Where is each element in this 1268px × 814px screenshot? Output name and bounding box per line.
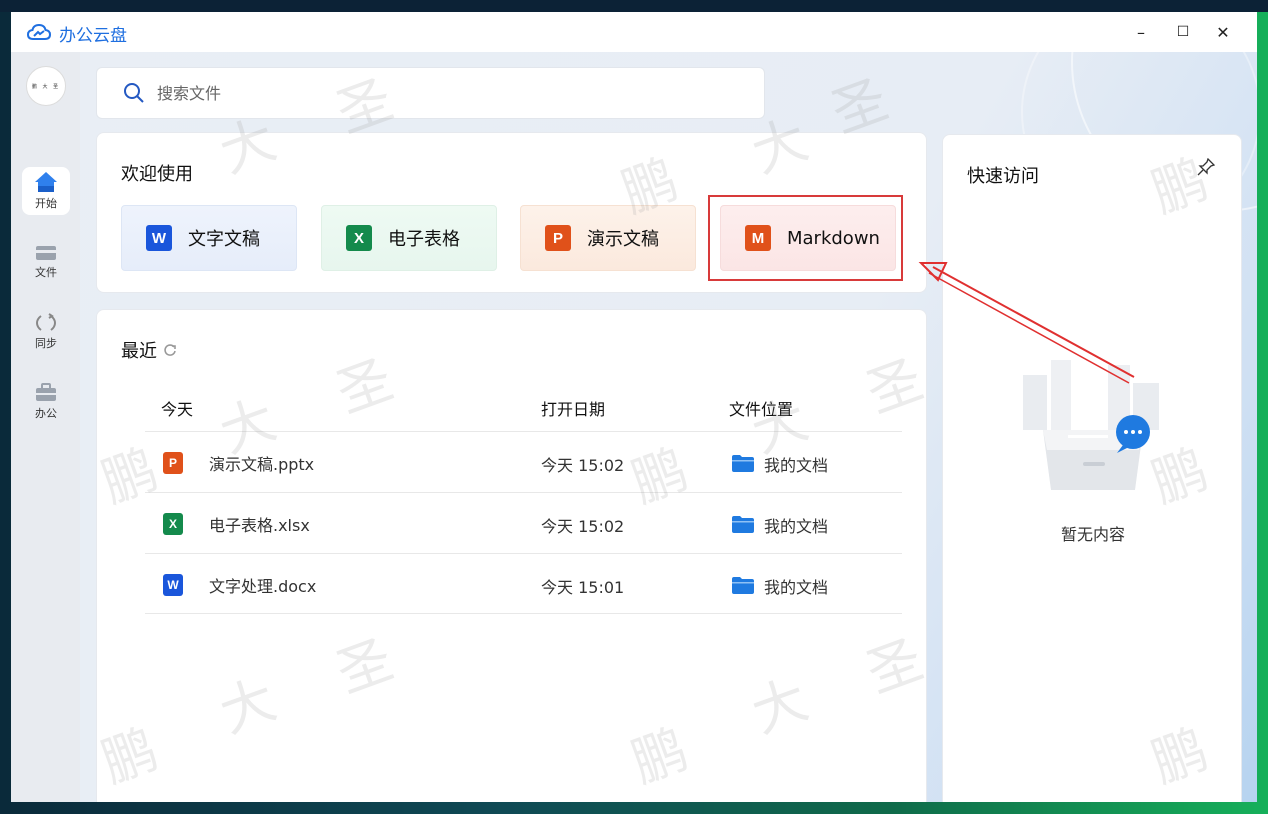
home-icon xyxy=(35,172,57,192)
avatar[interactable]: 鹏 大 圣 xyxy=(26,66,66,106)
open-date: 今天 15:01 xyxy=(541,578,625,597)
close-button[interactable]: ✕ xyxy=(1213,22,1233,42)
app-window: 办公云盘 – ☐ ✕ 鹏 大 圣 开始 文件 同步 办公 搜索文件 欢迎使用 W… xyxy=(11,12,1257,802)
empty-state-text: 暂无内容 xyxy=(1060,525,1125,544)
word-icon: W xyxy=(146,225,172,251)
new-document-label: 文字文稿 xyxy=(188,229,260,250)
file-name: 演示文稿.pptx xyxy=(209,455,315,474)
search-bar[interactable] xyxy=(96,67,765,119)
file-name: 电子表格.xlsx xyxy=(209,516,310,535)
open-date: 今天 15:02 xyxy=(541,456,625,475)
column-header-location: 文件位置 xyxy=(729,400,794,419)
new-presentation-label: 演示文稿 xyxy=(587,229,659,250)
recent-title: 最近 xyxy=(121,337,177,363)
pin-icon[interactable] xyxy=(1197,158,1215,176)
maximize-button[interactable]: ☐ xyxy=(1173,22,1193,42)
powerpoint-icon: P xyxy=(545,225,571,251)
open-date: 今天 15:02 xyxy=(541,517,625,536)
app-title: 办公云盘 xyxy=(59,26,127,46)
table-row[interactable]: W 文字处理.docx 今天 15:01 我的文档 xyxy=(145,553,902,614)
new-presentation-button[interactable]: P 演示文稿 xyxy=(520,205,696,271)
new-document-button[interactable]: W 文字文稿 xyxy=(121,205,297,271)
sidebar-item-label: 办公 xyxy=(35,407,57,420)
new-spreadsheet-button[interactable]: X 电子表格 xyxy=(321,205,497,271)
table-row[interactable]: X 电子表格.xlsx 今天 15:02 我的文档 xyxy=(145,492,902,553)
sidebar-item-start[interactable]: 开始 xyxy=(22,167,70,215)
sidebar-item-label: 文件 xyxy=(35,266,57,279)
cloud-logo-icon xyxy=(27,23,51,40)
refresh-icon[interactable] xyxy=(163,343,177,357)
quick-access-title: 快速访问 xyxy=(967,166,1039,187)
new-spreadsheet-label: 电子表格 xyxy=(388,229,460,250)
sidebar xyxy=(11,52,80,802)
sync-icon xyxy=(35,313,57,331)
empty-box-icon xyxy=(1023,360,1159,490)
table-row[interactable]: P 演示文稿.pptx 今天 15:02 我的文档 xyxy=(145,431,902,492)
folder-icon xyxy=(732,455,754,472)
search-input[interactable] xyxy=(157,83,717,103)
markdown-icon: M xyxy=(745,225,771,251)
sidebar-item-sync[interactable]: 同步 xyxy=(22,308,70,356)
new-markdown-button[interactable]: M Markdown xyxy=(720,205,896,271)
desktop-background xyxy=(0,0,1268,12)
title-bar: 办公云盘 – ☐ ✕ xyxy=(11,12,1257,52)
powerpoint-icon: P xyxy=(163,452,183,474)
sidebar-item-files[interactable]: 文件 xyxy=(22,238,70,286)
search-icon xyxy=(124,83,144,103)
file-location[interactable]: 我的文档 xyxy=(764,513,828,537)
column-header-date: 打开日期 xyxy=(541,400,606,419)
column-header-name: 今天 xyxy=(161,400,194,419)
briefcase-icon xyxy=(36,383,56,401)
welcome-title: 欢迎使用 xyxy=(121,164,193,185)
minimize-button[interactable]: – xyxy=(1131,22,1151,42)
word-icon: W xyxy=(163,574,183,596)
sidebar-item-office[interactable]: 办公 xyxy=(22,378,70,426)
quick-access-card: 快速访问 暂无内容 xyxy=(942,134,1242,802)
welcome-card: 欢迎使用 W 文字文稿 X 电子表格 P 演示文稿 M Markdown xyxy=(96,132,927,293)
excel-icon: X xyxy=(163,513,183,535)
file-location[interactable]: 我的文档 xyxy=(764,452,828,476)
new-markdown-label: Markdown xyxy=(787,227,880,249)
folder-icon xyxy=(732,516,754,533)
folder-icon xyxy=(36,246,56,260)
excel-icon: X xyxy=(346,225,372,251)
folder-icon xyxy=(732,577,754,594)
file-name: 文字处理.docx xyxy=(209,577,317,596)
file-location[interactable]: 我的文档 xyxy=(764,574,828,598)
recent-title-label: 最近 xyxy=(121,341,157,362)
sidebar-item-label: 同步 xyxy=(35,337,57,350)
recent-files-card: 最近 今天 打开日期 文件位置 P 演示文稿.pptx 今天 15:02 我的文… xyxy=(96,309,927,802)
sidebar-item-label: 开始 xyxy=(35,197,57,210)
